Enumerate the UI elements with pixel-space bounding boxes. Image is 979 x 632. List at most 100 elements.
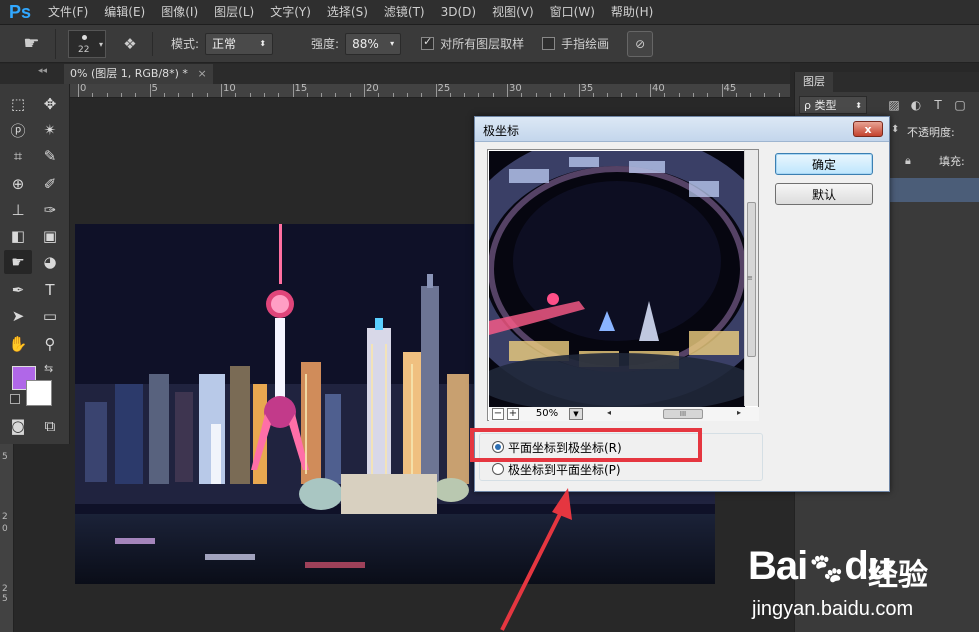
brush-panel-toggle-icon[interactable]: ❖ xyxy=(116,31,144,57)
ruler-tick xyxy=(335,93,337,97)
dialog-title: 极坐标 xyxy=(483,124,520,138)
collapse-panel-icon[interactable]: ◂◂ xyxy=(38,66,47,76)
menu-view[interactable]: 视图(V) xyxy=(484,0,542,25)
move-tool-icon[interactable]: ✥ xyxy=(36,92,64,116)
marquee-tool-icon[interactable]: ⬚ xyxy=(4,92,32,116)
menu-3d[interactable]: 3D(D) xyxy=(433,0,484,25)
ok-button[interactable]: 确定 xyxy=(775,153,873,175)
ruler-tick xyxy=(564,93,566,97)
filter-preview[interactable]: ≡ − + 50% ▼ ◂ III ▸ xyxy=(487,149,759,421)
preview-horizontal-scrollbar[interactable]: ◂ III ▸ xyxy=(607,408,741,420)
pressure-icon[interactable]: ⊘ xyxy=(627,30,654,57)
default-colors-icon[interactable] xyxy=(10,394,20,404)
shape-filter-icon[interactable]: ▢ xyxy=(949,98,971,112)
ruler-tick xyxy=(621,93,623,97)
polar-to-rect-radio[interactable] xyxy=(492,463,504,475)
ruler-tick xyxy=(149,84,151,97)
ruler-tick xyxy=(235,93,237,97)
dialog-title-bar[interactable]: 极坐标 x xyxy=(475,117,889,142)
stamp-tool-icon[interactable]: ⊥ xyxy=(4,198,32,222)
pixel-filter-icon[interactable]: ▨ xyxy=(883,98,905,112)
menu-filter[interactable]: 滤镜(T) xyxy=(376,0,433,25)
brush-tool-icon[interactable]: ✐ xyxy=(36,172,64,196)
menu-layer[interactable]: 图层(L) xyxy=(206,0,262,25)
tab-layers[interactable]: 图层 xyxy=(795,72,833,92)
ruler-tick xyxy=(607,93,609,97)
strength-field[interactable]: 88% ▾ xyxy=(345,32,402,55)
menu-edit[interactable]: 编辑(E) xyxy=(96,0,153,25)
scrollbar-thumb[interactable]: III xyxy=(663,409,703,419)
zoom-in-button[interactable]: + xyxy=(507,408,519,420)
scroll-left-icon[interactable]: ◂ xyxy=(607,408,611,417)
hand-tool-icon[interactable]: ✋ xyxy=(4,332,32,356)
healing-brush-tool-icon[interactable]: ⊕ xyxy=(4,172,32,196)
menu-select[interactable]: 选择(S) xyxy=(319,0,376,25)
ruler-tick xyxy=(735,93,737,97)
chevron-down-icon[interactable]: ▼ xyxy=(569,408,583,420)
swap-colors-icon[interactable]: ⇆ xyxy=(44,362,53,375)
menu-type[interactable]: 文字(Y) xyxy=(262,0,319,25)
smudge-tool-preset-icon[interactable]: ☛ xyxy=(8,28,56,59)
shape-tool-icon[interactable]: ▭ xyxy=(36,304,64,328)
brush-tip-icon xyxy=(82,34,87,40)
scroll-right-icon[interactable]: ▸ xyxy=(737,408,741,417)
close-icon[interactable]: × xyxy=(197,67,206,80)
eyedropper-tool-icon[interactable]: ✎ xyxy=(36,144,64,168)
lasso-tool-icon[interactable]: ⓟ xyxy=(4,118,32,142)
blend-updown-icon[interactable]: ⬍ xyxy=(891,124,899,135)
close-icon[interactable]: x xyxy=(853,121,883,137)
ruler-tick xyxy=(507,84,508,97)
mode-select[interactable]: 正常 ⬍ xyxy=(205,32,274,55)
pen-tool-icon[interactable]: ✒ xyxy=(4,278,32,302)
ruler-tick xyxy=(721,84,723,97)
menu-file[interactable]: 文件(F) xyxy=(40,0,96,25)
menu-bar: Ps 文件(F) 编辑(E) 图像(I) 图层(L) 文字(Y) 选择(S) 滤… xyxy=(0,0,979,25)
menu-window[interactable]: 窗口(W) xyxy=(542,0,603,25)
polar-to-rect-option[interactable]: 极坐标到平面坐标(P) xyxy=(492,460,621,478)
ruler-tick xyxy=(78,84,79,97)
type-tool-icon[interactable]: T xyxy=(36,278,64,302)
ruler-tick xyxy=(292,84,294,97)
zoom-value[interactable]: 50% xyxy=(527,408,567,420)
ruler-tick xyxy=(92,93,94,97)
quick-mask-icon[interactable]: ◙ xyxy=(4,414,32,438)
lock-icon[interactable]: 🔒︎ xyxy=(905,154,911,168)
strength-value: 88% xyxy=(352,36,379,51)
screen-mode-icon[interactable]: ⧉ xyxy=(36,414,64,438)
layer-row-1[interactable]: 层 1 xyxy=(883,178,979,202)
horizontal-ruler: 05101520253035404550 xyxy=(70,84,790,98)
mode-value: 正常 xyxy=(212,37,237,51)
adjustment-filter-icon[interactable]: ◐ xyxy=(905,98,927,112)
menu-help[interactable]: 帮助(H) xyxy=(603,0,661,25)
path-selection-tool-icon[interactable]: ➤ xyxy=(4,304,32,328)
menu-image[interactable]: 图像(I) xyxy=(153,0,206,25)
ruler-label: 10 xyxy=(223,84,236,94)
finger-painting-label: 手指绘画 xyxy=(561,37,610,51)
dodge-tool-icon[interactable]: ◕ xyxy=(36,250,64,274)
document-tab[interactable]: 0% (图层 1, RGB/8*) * × xyxy=(64,64,213,84)
zoom-tool-icon[interactable]: ⚲ xyxy=(36,332,64,356)
eraser-tool-icon[interactable]: ◧ xyxy=(4,224,32,248)
layer-row-background[interactable]: 景 xyxy=(883,204,979,228)
layers-panel-header: 图层 xyxy=(795,72,979,92)
finger-painting-checkbox[interactable] xyxy=(542,37,556,50)
layer-filter-select[interactable]: ρ 类型 ⬍ xyxy=(799,96,867,114)
paw-icon: 🐾︎ xyxy=(807,553,845,586)
logo-bai: Bai xyxy=(748,544,808,588)
sample-all-layers-checkbox[interactable] xyxy=(421,35,435,50)
preview-vertical-scrollbar[interactable]: ≡ xyxy=(744,150,758,406)
ruler-tick xyxy=(478,93,480,97)
magic-wand-tool-icon[interactable]: ✴ xyxy=(36,118,64,142)
type-filter-icon[interactable]: T xyxy=(927,98,949,112)
brush-preset-picker[interactable]: 22 ▾ xyxy=(68,29,106,58)
ruler-tick xyxy=(392,93,394,97)
zoom-out-button[interactable]: − xyxy=(492,408,504,420)
strength-label: 强度: xyxy=(311,37,340,51)
crop-tool-icon[interactable]: ⌗ xyxy=(4,144,32,168)
gradient-tool-icon[interactable]: ▣ xyxy=(36,224,64,248)
background-color-swatch[interactable] xyxy=(26,380,52,406)
default-button[interactable]: 默认 xyxy=(775,183,873,205)
history-brush-tool-icon[interactable]: ✑ xyxy=(36,198,64,222)
baidu-jingyan-watermark: Bai🐾︎du 经验 jingyan.baidu.com xyxy=(748,526,979,632)
smudge-tool-icon[interactable]: ☛ xyxy=(4,250,32,274)
